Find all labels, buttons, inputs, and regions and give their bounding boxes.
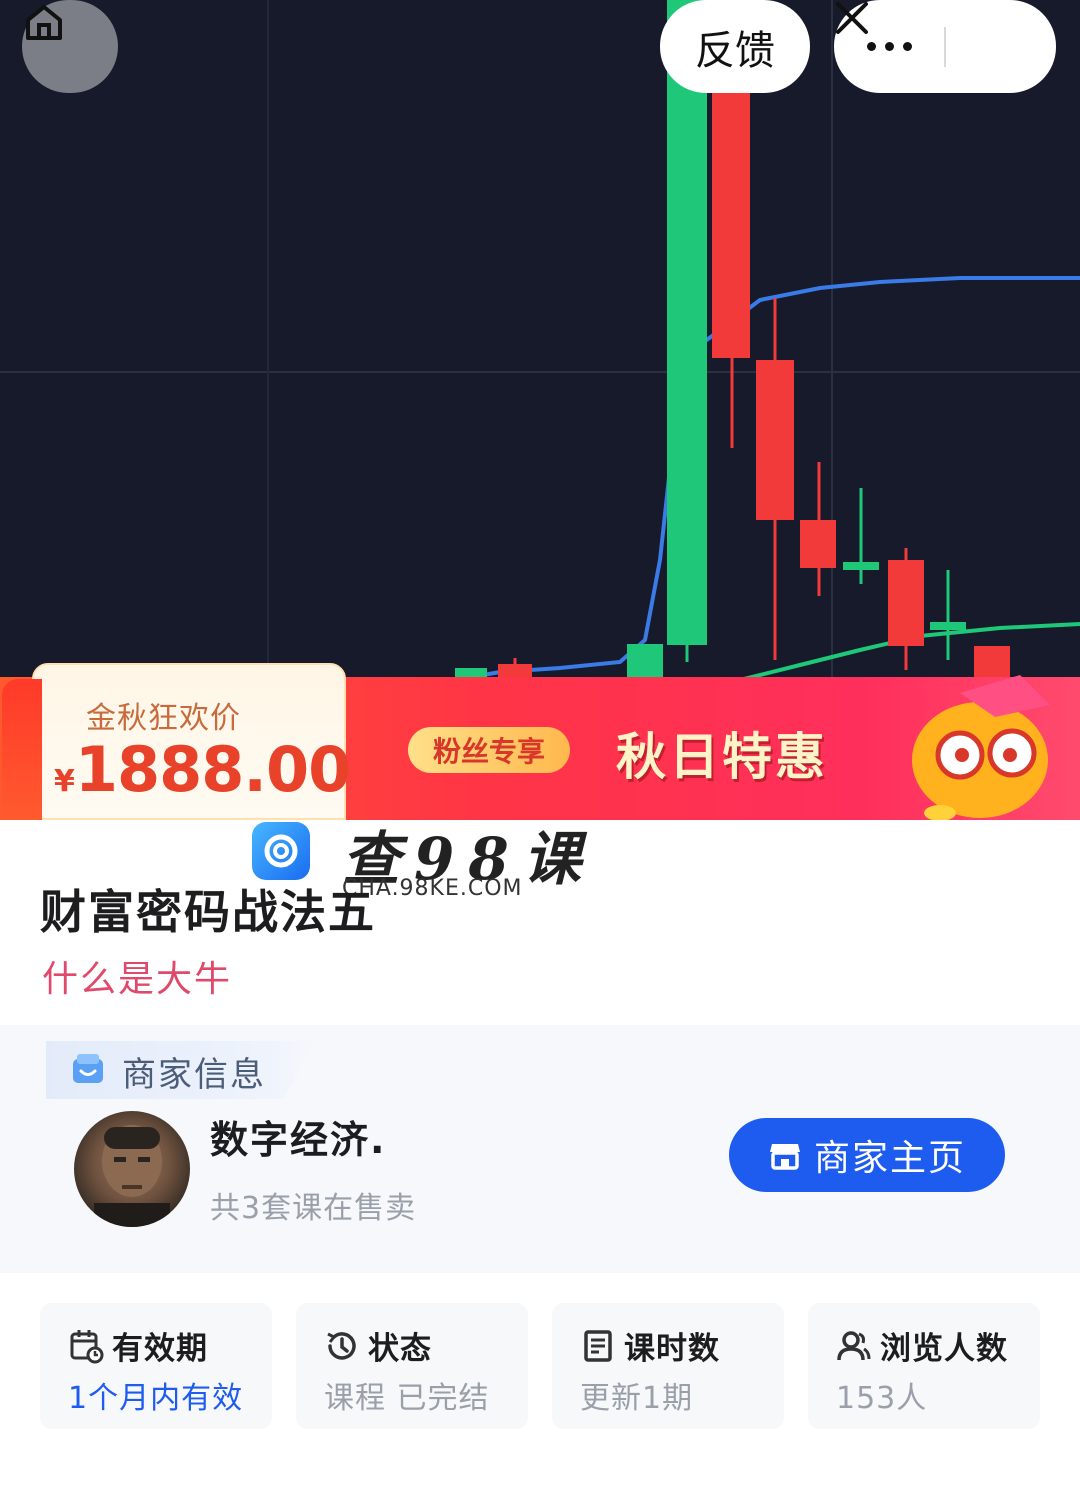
close-button[interactable] <box>836 0 1056 93</box>
promo-banner: 金秋狂欢价 ¥1888.00 粉丝专享 秋日特惠 <box>0 655 1080 822</box>
candle <box>756 298 794 660</box>
calendar-icon <box>70 1329 104 1363</box>
merchant-home-button[interactable]: 商家主页 <box>729 1118 1005 1192</box>
candle <box>800 462 836 596</box>
merchant-home-label: 商家主页 <box>813 1138 966 1179</box>
stat-viewers-label: 浏览人数 <box>880 1331 1008 1367</box>
candle <box>888 548 924 670</box>
more-dots-icon <box>866 42 876 51</box>
stat-status: 状态 课程 已完结 <box>296 1303 528 1429</box>
price-card: 金秋狂欢价 ¥1888.00 <box>2 663 351 822</box>
document-icon <box>584 1329 612 1362</box>
merchant-section-label: 商家信息 <box>122 1055 266 1095</box>
stat-lessons: 课时数 更新1期 <box>552 1303 784 1429</box>
course-stats: 有效期 1个月内有效 状态 课程 已完结 课时数 更新1期 浏览人数 153人 <box>0 1273 1080 1491</box>
course-subtitle: 什么是大牛 <box>42 959 233 1000</box>
promo-slogan: 秋日特惠 <box>616 728 828 786</box>
price-amount: 1888.00 <box>74 733 351 806</box>
stat-lessons-value: 更新1期 <box>580 1381 694 1416</box>
stat-viewers-value: 153人 <box>836 1381 928 1416</box>
course-title: 财富密码战法五 <box>40 885 376 939</box>
stat-lessons-label: 课时数 <box>624 1331 720 1367</box>
shop-info-icon <box>73 1054 103 1083</box>
history-icon <box>327 1331 356 1360</box>
store-icon <box>769 1144 800 1170</box>
price: ¥1888.00 <box>54 733 351 806</box>
stat-validity-value: 1个月内有效 <box>68 1381 244 1416</box>
close-icon <box>836 2 868 34</box>
stat-validity: 有效期 1个月内有效 <box>40 1303 272 1429</box>
fans-exclusive-tag: 粉丝专享 <box>408 727 570 773</box>
price-label: 金秋狂欢价 <box>86 701 241 736</box>
candle <box>843 488 879 584</box>
feedback-button[interactable]: 反馈 <box>660 0 810 93</box>
candle <box>667 0 707 662</box>
home-icon <box>26 5 62 40</box>
users-icon <box>837 1330 871 1360</box>
home-button[interactable] <box>22 0 118 93</box>
candlestick-chart <box>0 0 1080 680</box>
mascot-icon <box>912 675 1050 820</box>
stat-status-value: 课程 已完结 <box>324 1381 490 1416</box>
course-detail-page: 反馈 金秋狂欢价 ¥1888.00 粉丝专享 秋日特惠 查98课 CHA.98K… <box>0 0 1080 1491</box>
candle <box>930 570 966 660</box>
course-cover-chart: 反馈 <box>0 0 1080 680</box>
avatar[interactable] <box>74 1111 190 1227</box>
stat-status-label: 状态 <box>368 1331 432 1367</box>
watermark-logo-icon <box>252 822 310 880</box>
merchant-course-count: 共3套课在售卖 <box>210 1191 417 1226</box>
stat-validity-label: 有效期 <box>112 1331 208 1367</box>
price-currency: ¥ <box>54 764 75 799</box>
miniapp-capsule <box>834 0 1056 93</box>
stat-viewers: 浏览人数 153人 <box>808 1303 1040 1429</box>
merchant-name: 数字经济. <box>210 1118 387 1162</box>
merchant-section: 商家信息 数字经济. 共3套课在售卖 商家主页 <box>0 1025 1080 1273</box>
